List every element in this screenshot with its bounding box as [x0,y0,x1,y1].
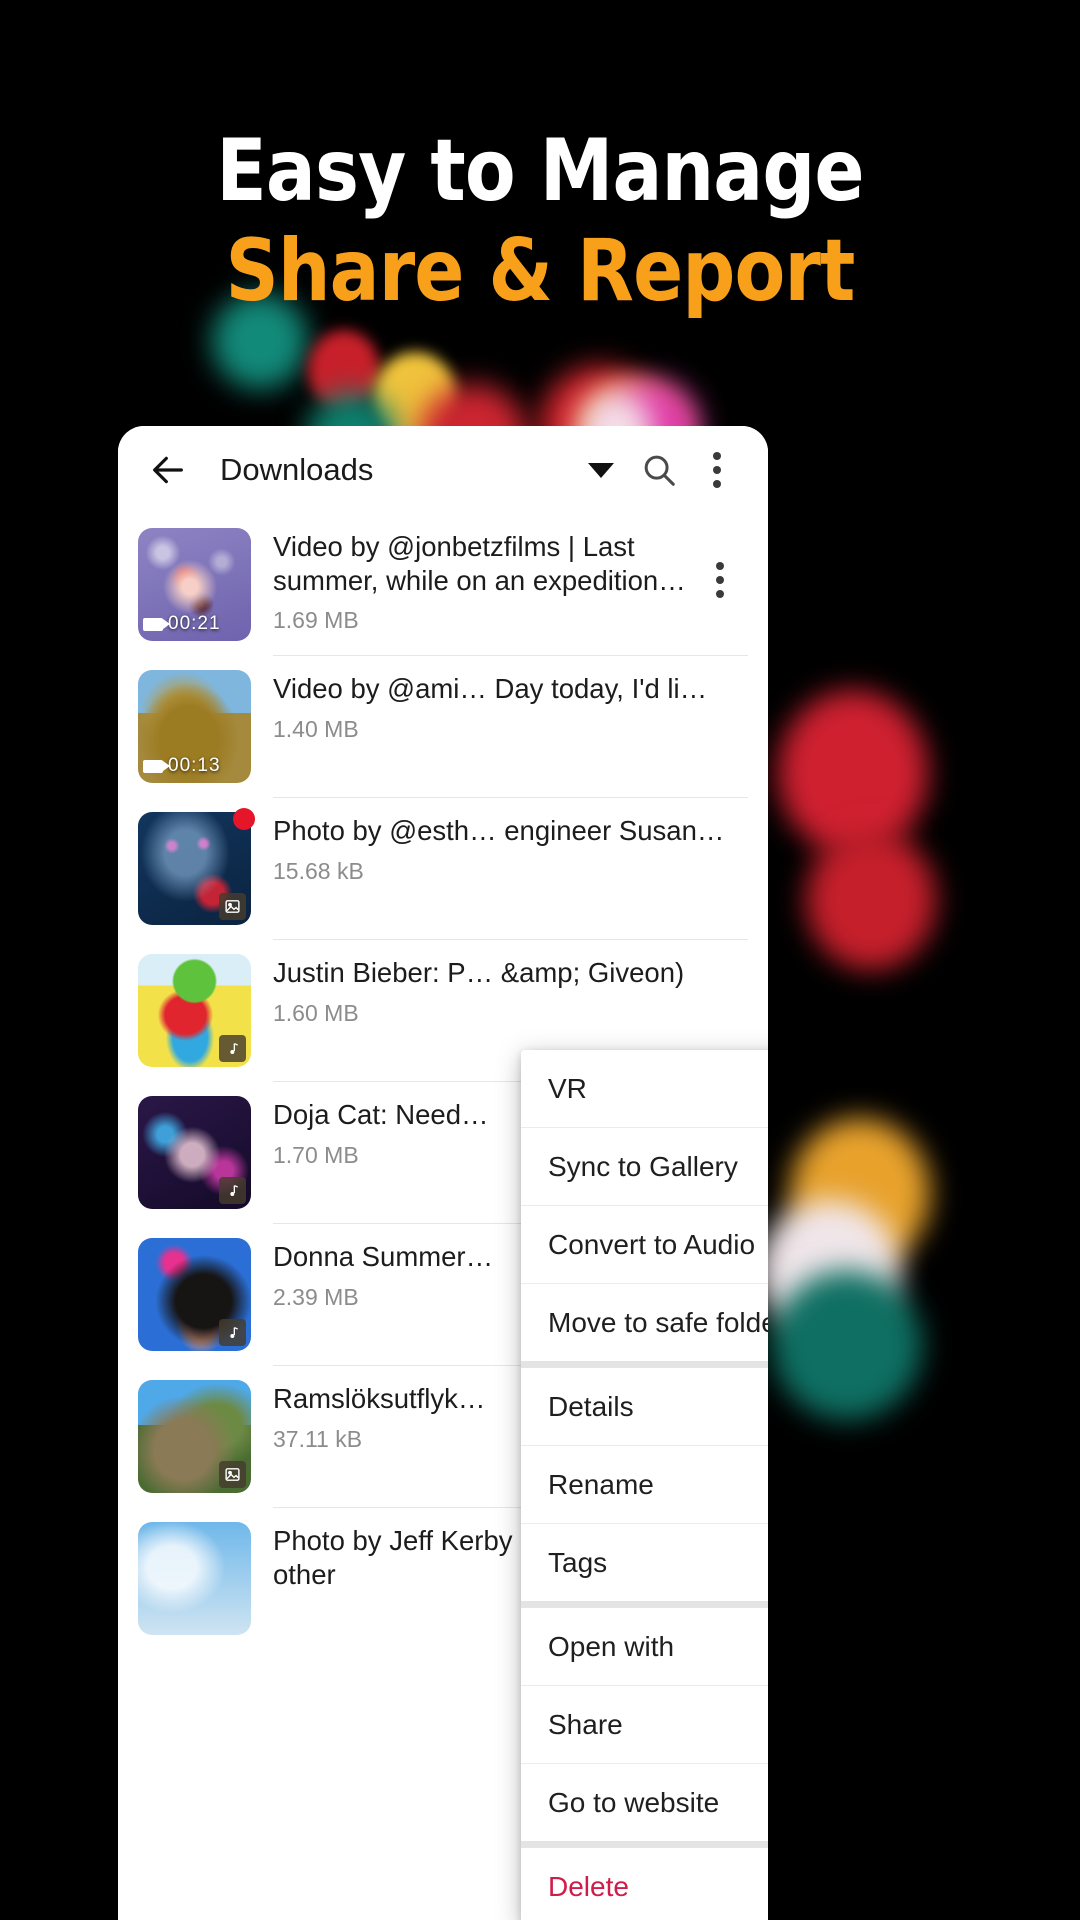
app-toolbar: Downloads [118,426,768,514]
promo-screenshot: Easy to Manage Share & Report Downloads [0,0,1080,1920]
menu-item-label: Rename [548,1468,654,1500]
list-item[interactable]: Photo by @esth… engineer Susan… 15.68 kB [118,798,768,925]
menu-item-rename[interactable]: Rename [521,1446,768,1523]
thumbnail-wrapper[interactable] [138,954,251,1067]
menu-group-separator [521,1601,768,1608]
item-title: Video by @jonbetzfilms | Last summer, wh… [273,531,659,596]
menu-item-label: Convert to Audio [548,1228,756,1260]
menu-item-convert-to-audio[interactable]: Convert to Audio [521,1206,768,1283]
menu-item-details[interactable]: Details [521,1368,768,1445]
list-item[interactable]: Justin Bieber: P… &amp; Giveon) 1.60 MB [118,940,768,1067]
menu-item-label: VR [548,1072,587,1104]
menu-item-label: Tags [548,1546,608,1578]
duration-text: 00:21 [168,613,221,634]
duration-badge: 00:13 [143,755,221,777]
menu-group-separator [521,1361,768,1368]
menu-item-label: Open with [548,1630,675,1662]
item-size: 1.69 MB [273,607,359,634]
video-camera-icon [143,759,170,773]
arrow-left-icon[interactable] [140,442,196,498]
item-meta: Photo by @esth… engineer Susan… 15.68 kB [273,812,748,925]
thumbnail-wrapper[interactable] [138,1522,251,1635]
image-file-badge [219,1461,246,1488]
menu-item-share[interactable]: Share [521,1686,768,1763]
list-item[interactable]: 00:21 Video by @jonbetzfilms | Last summ… [118,514,768,641]
menu-item-tags[interactable]: Tags [521,1524,768,1601]
thumbnail-wrapper[interactable] [138,1238,251,1351]
menu-item-label: Delete [548,1870,629,1902]
image-file-badge [219,893,246,920]
menu-group-separator [521,1841,768,1848]
context-menu[interactable]: VR Sync to Gallery Convert to Audio Move… [521,1050,768,1920]
thumbnail-wrapper[interactable] [138,808,255,925]
item-meta: Video by @jonbetzfilms | Last summer, wh… [273,528,692,641]
item-title: Video by @ami… Day today, I'd li… [273,673,708,704]
chevron-down-icon[interactable] [572,441,630,499]
item-title: Photo by @esth… engineer Susan… [273,815,725,846]
row-overflow-icon[interactable] [692,528,748,641]
menu-item-open-with[interactable]: Open with [521,1608,768,1685]
menu-item-label: Details [548,1390,634,1422]
menu-item-label: Move to safe folder [548,1306,768,1338]
bokeh-teal-3 [772,1270,922,1420]
menu-item-delete[interactable]: Delete [521,1848,768,1920]
thumbnail-wrapper[interactable] [138,1380,251,1493]
bokeh-red-4 [778,690,928,855]
menu-item-go-to-website[interactable]: Go to website [521,1764,768,1841]
unread-dot [233,808,255,830]
more-vertical-icon[interactable] [688,441,746,499]
bokeh-red-5 [806,830,936,970]
menu-item-label: Go to website [548,1786,720,1818]
promo-headline-primary: Easy to Manage [216,121,864,221]
search-icon[interactable] [630,441,688,499]
item-title: Justin Bieber: P… &amp; Giveon) [273,957,685,988]
thumbnail-wrapper[interactable]: 00:21 [138,528,251,641]
promo-headline-secondary: Share & Report [225,221,855,321]
menu-item-sync-to-gallery[interactable]: Sync to Gallery [521,1128,768,1205]
menu-item-label: Share [548,1708,623,1740]
item-size: 1.40 MB [273,715,359,742]
thumbnail-wrapper[interactable] [138,1096,251,1209]
list-item[interactable]: 00:13 Video by @ami… Day today, I'd li… … [118,656,768,783]
menu-item-move-to-safe-folder[interactable]: Move to safe folder [521,1284,768,1361]
phone-screen: Downloads 00:21 Video by @jonbetzfilms |… [118,426,768,1920]
menu-item-label: Sync to Gallery [548,1150,738,1182]
thumbnail-wrapper[interactable]: 00:13 [138,670,251,783]
item-size: 1.60 MB [273,999,359,1026]
duration-badge: 00:21 [143,613,221,635]
audio-file-badge [219,1319,246,1346]
item-size: 15.68 kB [273,857,364,884]
page-title: Downloads [220,452,374,487]
duration-text: 00:13 [168,755,221,776]
video-camera-icon [143,617,170,631]
menu-item-vr[interactable]: VR [521,1050,768,1127]
thumbnail[interactable] [138,1522,251,1635]
audio-file-badge [219,1177,246,1204]
audio-file-badge [219,1035,246,1062]
item-meta: Video by @ami… Day today, I'd li… 1.40 M… [273,670,748,783]
